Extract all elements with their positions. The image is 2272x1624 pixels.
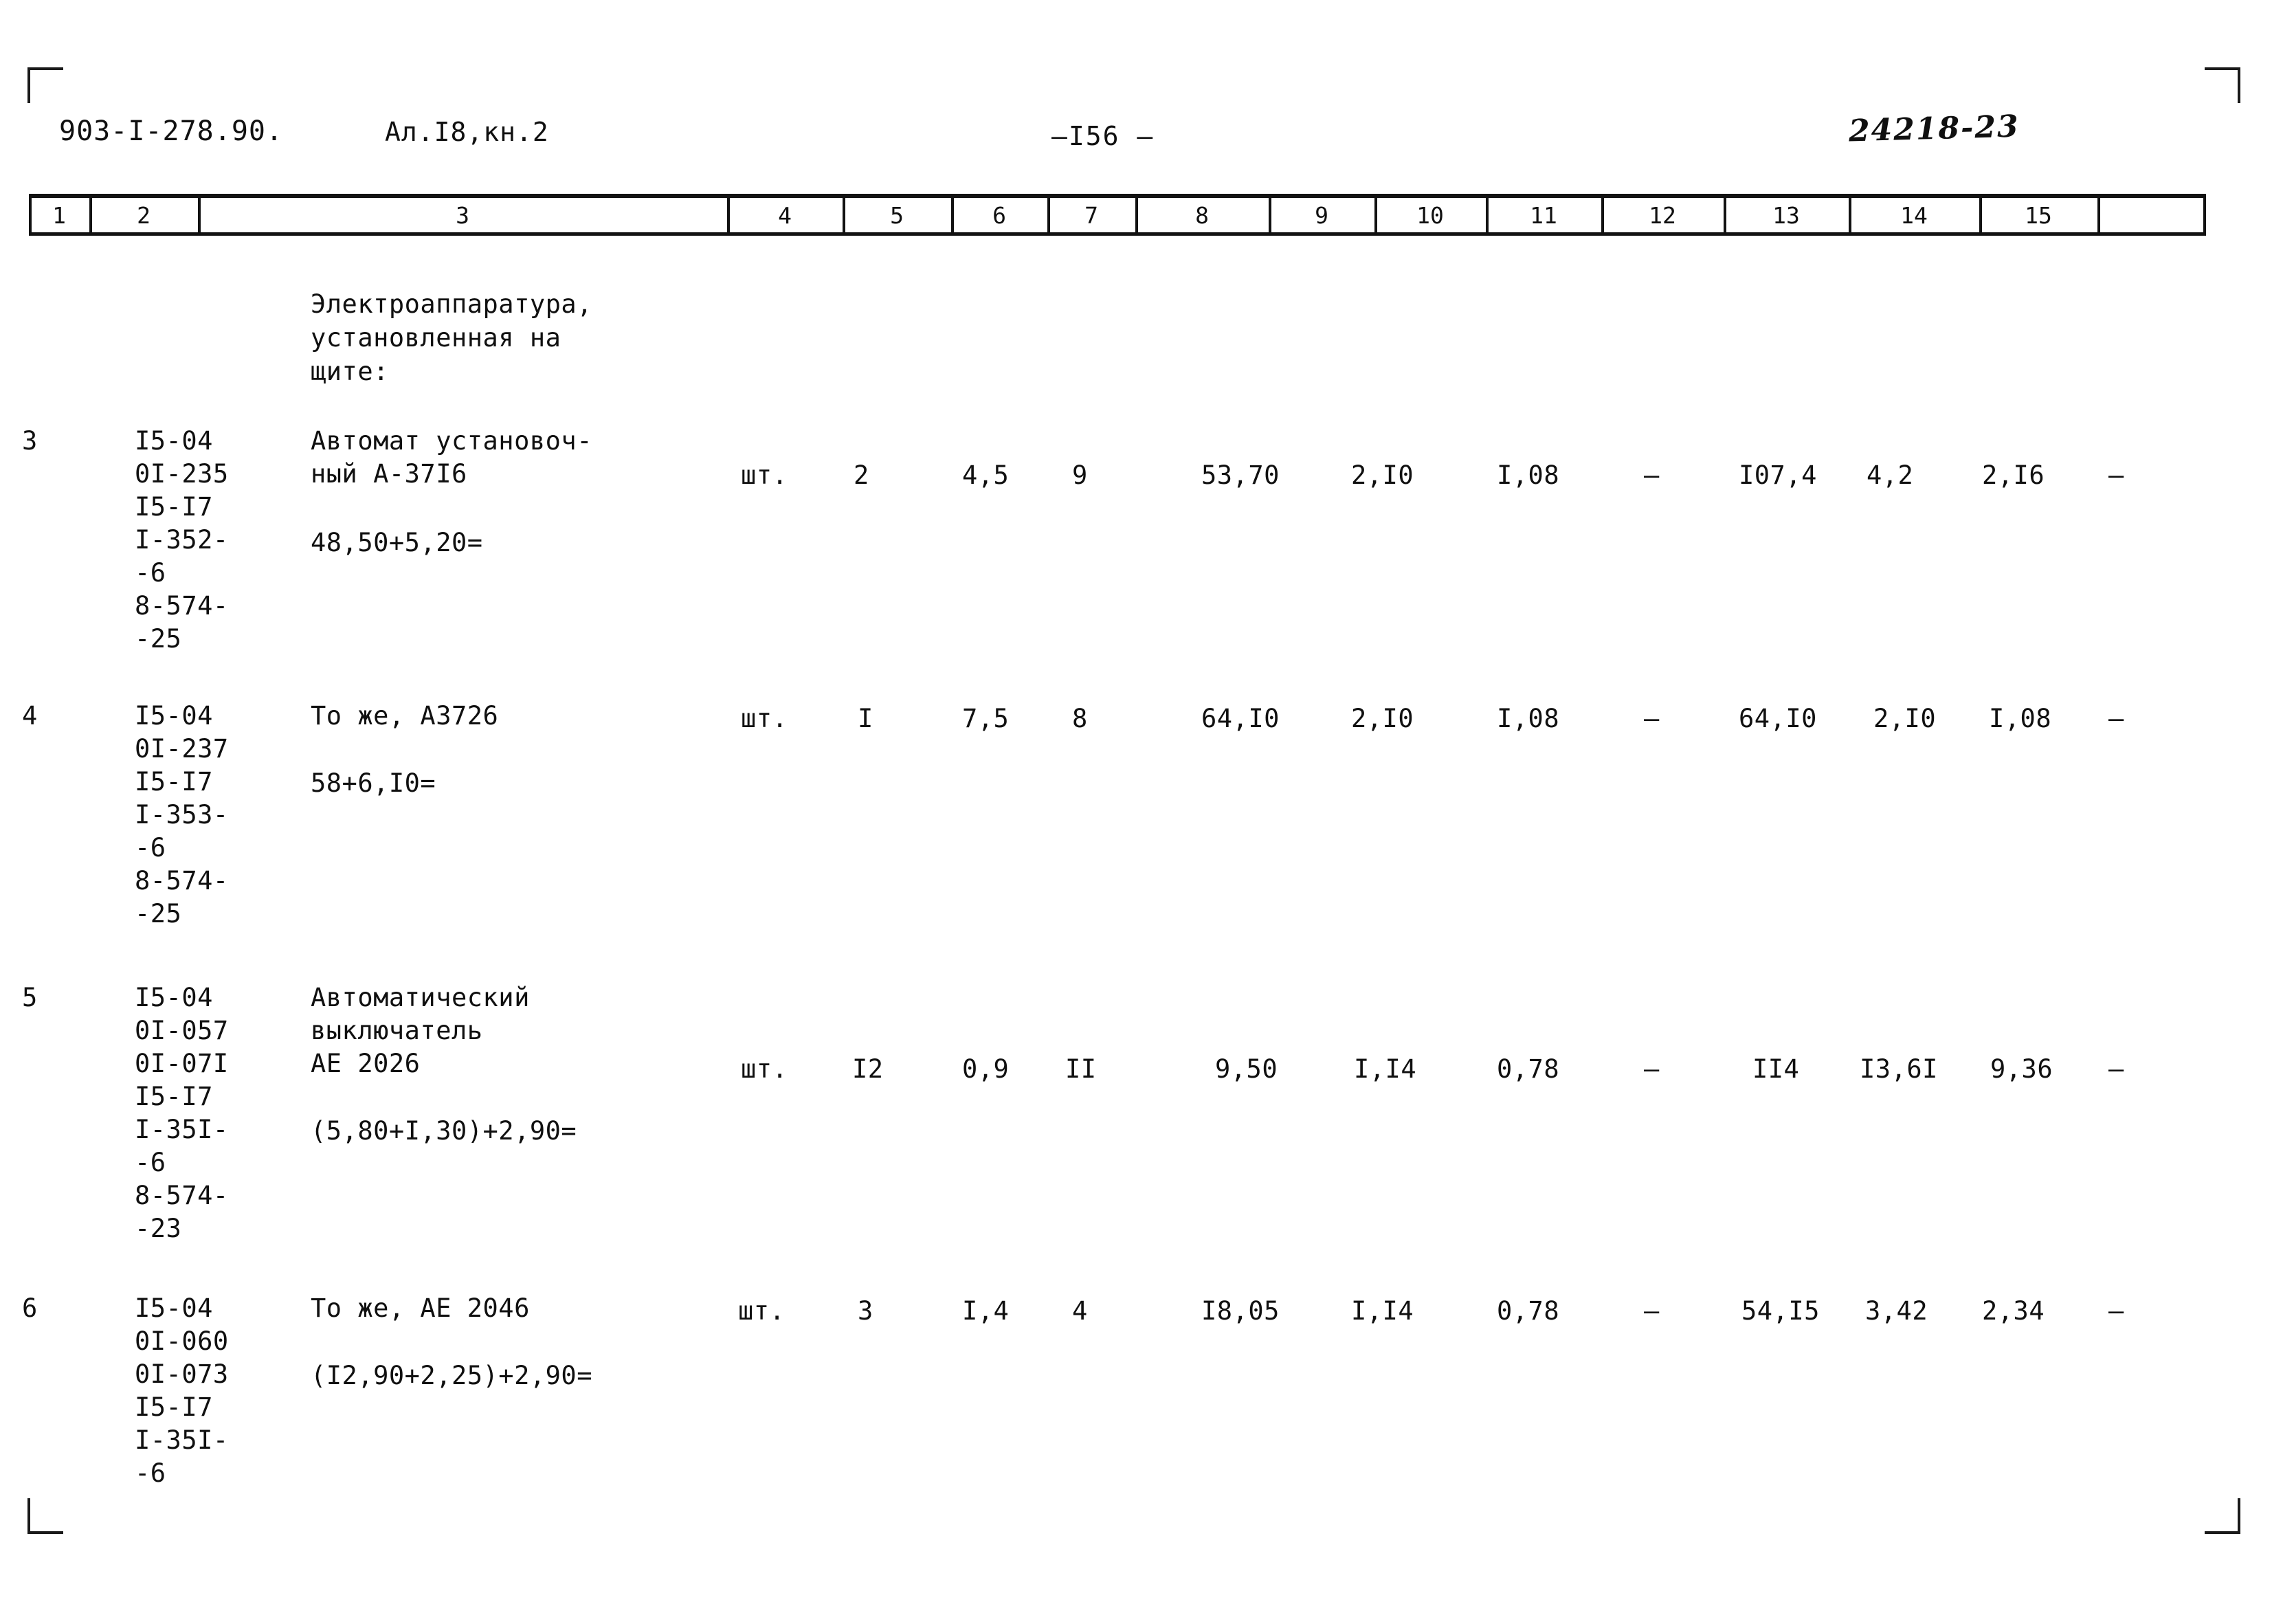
row-col6: 4,5 [962, 460, 1010, 490]
table-row: 5 [22, 983, 38, 1012]
row-codes: I5-04 0I-060 0I-073 I5-I7 I-35I- -6 [135, 1293, 229, 1488]
row-col14: 2,34 [1982, 1296, 2045, 1326]
crop-mark-top-left [27, 67, 63, 103]
row-unit: шт. [741, 460, 788, 490]
row-formula: (I2,90+2,25)+2,90= [311, 1361, 592, 1390]
row-col13: I3,6I [1860, 1054, 1938, 1084]
column-header-11: 11 [1530, 202, 1557, 229]
crop-mark-bottom-left [27, 1498, 63, 1534]
row-col13: 3,42 [1865, 1296, 1928, 1326]
row-col8: I8,05 [1201, 1296, 1280, 1326]
row-col11: – [1644, 1054, 1660, 1084]
row-unit: шт. [738, 1296, 786, 1326]
row-col14: 9,36 [1990, 1054, 2053, 1084]
handwritten-stamp-code: 24218-23 [1848, 109, 2020, 149]
column-header-14: 14 [1900, 202, 1928, 229]
row-codes: I5-04 0I-057 0I-07I I5-I7 I-35I- -6 8-57… [135, 983, 229, 1243]
row-col12: 54,I5 [1741, 1296, 1820, 1326]
row-col8: 53,70 [1201, 460, 1280, 490]
row-col6: 0,9 [962, 1054, 1010, 1084]
row-col13: 4,2 [1867, 460, 1914, 490]
row-col7: 4 [1072, 1296, 1088, 1326]
row-col10: 0,78 [1497, 1296, 1560, 1326]
row-formula: 48,50+5,20= [311, 528, 483, 557]
row-col15: – [2108, 704, 2124, 733]
row-qty: 2 [854, 460, 869, 490]
column-header-9: 9 [1315, 202, 1328, 229]
row-qty: 3 [858, 1296, 873, 1326]
table-row: 3 [22, 426, 38, 456]
column-header-13: 13 [1772, 202, 1800, 229]
row-qty: I [858, 704, 873, 733]
row-codes: I5-04 0I-235 I5-I7 I-352- -6 8-574- -25 [135, 426, 229, 654]
column-header-7: 7 [1084, 202, 1098, 229]
column-header-3: 3 [456, 202, 469, 229]
row-col10: I,08 [1497, 460, 1560, 490]
row-col9: 2,I0 [1351, 704, 1414, 733]
row-col14: I,08 [1989, 704, 2052, 733]
row-formula: 58+6,I0= [311, 768, 436, 798]
row-name: Автоматический выключатель АЕ 2026 [311, 983, 530, 1078]
row-unit: шт. [741, 1054, 788, 1084]
row-col7: 9 [1072, 460, 1088, 490]
row-col11: – [1644, 460, 1660, 490]
row-formula: (5,80+I,30)+2,90= [311, 1116, 577, 1146]
row-col15: – [2108, 460, 2124, 490]
row-col6: 7,5 [962, 704, 1010, 733]
row-col12: I07,4 [1739, 460, 1817, 490]
row-col10: 0,78 [1497, 1054, 1560, 1084]
column-header-15: 15 [2025, 202, 2052, 229]
row-col11: – [1644, 704, 1660, 733]
row-codes: I5-04 0I-237 I5-I7 I-353- -6 8-574- -25 [135, 701, 229, 928]
column-header-6: 6 [992, 202, 1006, 229]
album-reference: Ал.I8,кн.2 [385, 117, 549, 147]
column-header-12: 12 [1649, 202, 1676, 229]
row-col8: 64,I0 [1201, 704, 1280, 733]
column-header-1: 1 [52, 202, 66, 229]
row-col15: – [2108, 1054, 2124, 1084]
row-col9: I,I4 [1351, 1296, 1414, 1326]
column-header-4: 4 [778, 202, 792, 229]
table-row: 4 [22, 701, 38, 731]
row-name: То же, А3726 [311, 701, 499, 731]
row-col12: II4 [1752, 1054, 1800, 1084]
row-col7: II [1065, 1054, 1097, 1084]
section-lead-note: Электроаппаратура, установленная на щите… [311, 289, 592, 386]
crop-mark-top-right [2205, 67, 2240, 103]
row-col14: 2,I6 [1982, 460, 2045, 490]
column-divider [2203, 195, 2206, 234]
row-col12: 64,I0 [1739, 704, 1817, 733]
column-divider [2097, 195, 2100, 234]
document-page: 903-I-278.90. Ал.I8,кн.2 —I56 — 24218-23… [0, 0, 2272, 1624]
row-col6: I,4 [962, 1296, 1010, 1326]
row-col9: 2,I0 [1351, 460, 1414, 490]
crop-mark-bottom-right [2205, 1498, 2240, 1534]
column-header-10: 10 [1416, 202, 1444, 229]
row-col9: I,I4 [1354, 1054, 1417, 1084]
row-col8: 9,50 [1215, 1054, 1278, 1084]
table-header-rule [29, 232, 2206, 236]
row-name: То же, АЕ 2046 [311, 1293, 530, 1323]
row-col15: – [2108, 1296, 2124, 1326]
table-row: 6 [22, 1293, 38, 1323]
document-code: 903-I-278.90. [59, 115, 284, 147]
row-col7: 8 [1072, 704, 1088, 733]
column-header-8: 8 [1195, 202, 1209, 229]
table-top-rule [29, 194, 2206, 198]
row-qty: I2 [852, 1054, 884, 1084]
row-col10: I,08 [1497, 704, 1560, 733]
row-col11: – [1644, 1296, 1660, 1326]
page-number: —I56 — [1051, 121, 1155, 151]
row-col13: 2,I0 [1873, 704, 1937, 733]
row-name: Автомат установоч- ный А-37I6 [311, 426, 592, 489]
column-header-2: 2 [137, 202, 151, 229]
row-unit: шт. [741, 704, 788, 733]
column-header-5: 5 [890, 202, 904, 229]
